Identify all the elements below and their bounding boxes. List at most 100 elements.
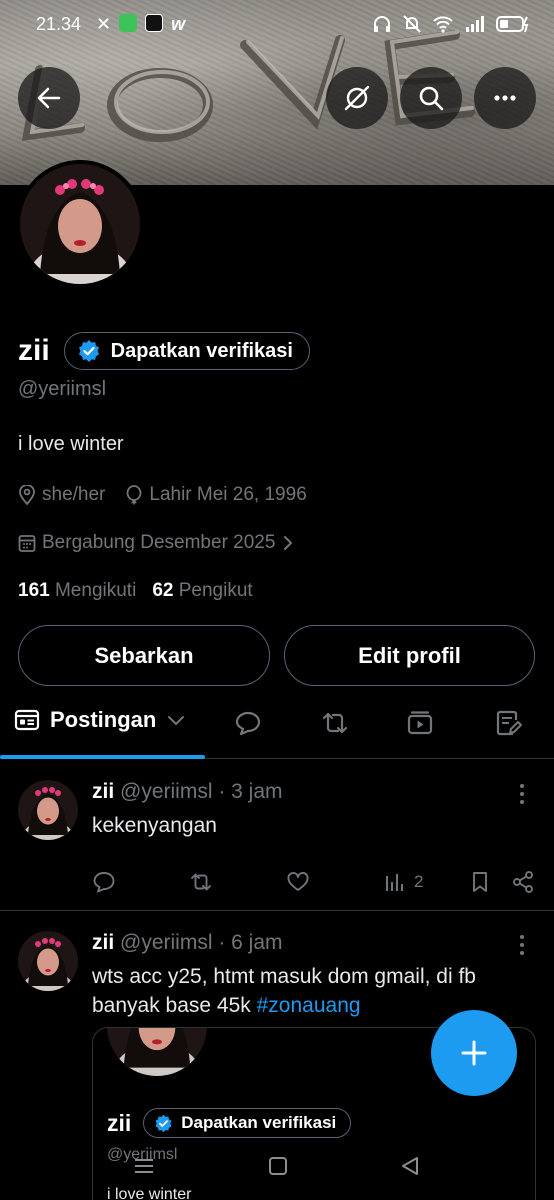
followers-link[interactable]: 62 Pengikut bbox=[152, 580, 252, 602]
post-author-name[interactable]: zii bbox=[92, 780, 114, 803]
views-button[interactable]: 2 bbox=[384, 870, 423, 894]
following-label: Mengikuti bbox=[54, 580, 137, 601]
more-vertical-icon[interactable] bbox=[512, 933, 532, 957]
tiktok-icon bbox=[145, 14, 164, 32]
home-icon[interactable] bbox=[266, 1154, 290, 1178]
back-button[interactable] bbox=[18, 67, 80, 129]
status-system-icons bbox=[372, 14, 532, 34]
profile-name-row: zii Dapatkan verifikasi bbox=[18, 332, 310, 370]
post-author-name[interactable]: zii bbox=[92, 931, 114, 954]
grok-button[interactable] bbox=[326, 67, 388, 129]
profile-handle: @yeriimsl bbox=[18, 378, 107, 400]
post-avatar[interactable] bbox=[18, 931, 78, 991]
edit-profile-button[interactable]: Edit profil bbox=[284, 625, 535, 686]
avatar-portrait bbox=[20, 164, 140, 284]
post-author-handle[interactable]: @yeriimsl bbox=[120, 931, 212, 954]
embedded-verify-pill: Dapatkan verifikasi bbox=[143, 1108, 352, 1138]
embedded-bio: i love winter bbox=[107, 1186, 192, 1200]
hashtag-link[interactable]: #zonauang bbox=[257, 994, 361, 1017]
recent-apps-icon[interactable] bbox=[132, 1154, 156, 1178]
profile-joined-row[interactable]: Bergabung Desember 2025 bbox=[18, 532, 295, 554]
verified-badge-icon bbox=[78, 340, 99, 362]
signal-icon bbox=[466, 16, 484, 32]
profile-meta-row: she/her Lahir Mei 26, 1996 bbox=[18, 484, 307, 506]
share-button[interactable] bbox=[511, 870, 535, 894]
share-profile-button[interactable]: Sebarkan bbox=[18, 625, 270, 686]
status-time: 21.34 bbox=[36, 14, 82, 34]
app-notification-icon: ✕ bbox=[96, 14, 112, 34]
mute-bell-icon bbox=[403, 15, 421, 33]
post-text: kekenyangan bbox=[92, 814, 217, 837]
chevron-down-icon bbox=[168, 716, 185, 725]
avatar-portrait bbox=[107, 1028, 207, 1076]
tab-posts[interactable]: Postingan bbox=[14, 707, 186, 733]
headphones-icon bbox=[374, 16, 390, 32]
followers-count: 62 bbox=[152, 580, 174, 601]
tab-posts-label: Postingan bbox=[50, 707, 157, 732]
location-pin-icon bbox=[19, 485, 35, 505]
post-author-handle[interactable]: @yeriimsl bbox=[120, 780, 212, 803]
heart-icon bbox=[287, 872, 309, 891]
more-vertical-icon[interactable] bbox=[512, 782, 532, 806]
profile-birthday: Lahir Mei 26, 1996 bbox=[149, 484, 307, 505]
profile-name: zii bbox=[18, 334, 50, 367]
followers-label: Pengikut bbox=[178, 580, 253, 601]
status-app-icons: ✕ w bbox=[96, 14, 185, 35]
webtoon-icon: w bbox=[171, 14, 186, 34]
get-verified-button[interactable]: Dapatkan verifikasi bbox=[63, 332, 310, 370]
status-bar: 21.34 ✕ w bbox=[0, 0, 554, 48]
profile-pronouns: she/her bbox=[42, 484, 106, 505]
embedded-avatar bbox=[107, 1028, 207, 1076]
post-header: zii @yeriimsl · 6 jam bbox=[92, 931, 283, 955]
plus-icon bbox=[461, 1040, 487, 1066]
tab-media-icon[interactable] bbox=[406, 709, 434, 737]
system-navigation-bar bbox=[0, 1146, 554, 1186]
back-nav-icon[interactable] bbox=[398, 1154, 422, 1178]
like-button[interactable] bbox=[286, 870, 310, 894]
tab-replies-icon[interactable] bbox=[234, 709, 262, 737]
posts-tab-icon bbox=[14, 709, 40, 731]
post-divider bbox=[0, 910, 554, 911]
bookmark-icon bbox=[473, 872, 487, 892]
views-count: 2 bbox=[414, 872, 424, 891]
calendar-icon bbox=[18, 535, 36, 552]
tab-reposts-icon[interactable] bbox=[319, 709, 351, 737]
post-time: · 6 jam bbox=[218, 931, 283, 954]
share-icon bbox=[513, 871, 533, 893]
profile-bio: i love winter bbox=[18, 433, 124, 455]
post-actions: 2 bbox=[92, 870, 542, 900]
bookmark-button[interactable] bbox=[469, 870, 491, 894]
following-count: 161 bbox=[18, 580, 50, 601]
post-avatar[interactable] bbox=[18, 780, 78, 840]
avatar-portrait bbox=[18, 780, 78, 840]
avatar-portrait bbox=[18, 931, 78, 991]
embedded-name: zii bbox=[107, 1109, 132, 1136]
search-button[interactable] bbox=[400, 67, 462, 129]
more-options-button[interactable] bbox=[474, 67, 536, 129]
repost-button[interactable] bbox=[188, 870, 214, 894]
reply-icon bbox=[93, 872, 115, 893]
arrow-left-icon bbox=[37, 87, 61, 109]
reply-button[interactable] bbox=[92, 870, 116, 894]
grok-icon bbox=[344, 85, 370, 111]
embedded-name-row: zii Dapatkan verifikasi bbox=[107, 1108, 352, 1138]
post-time: · 3 jam bbox=[218, 780, 283, 803]
following-link[interactable]: 161 Mengikuti bbox=[18, 580, 136, 602]
profile-tabs: Postingan bbox=[0, 695, 554, 759]
verified-badge-icon bbox=[155, 1114, 172, 1132]
more-horizontal-icon bbox=[494, 95, 516, 101]
post-1[interactable]: zii @yeriimsl · 3 jam kekenyangan 2 bbox=[0, 780, 554, 910]
profile-avatar[interactable] bbox=[16, 160, 144, 288]
views-chart-icon bbox=[386, 874, 403, 891]
tab-articles-icon[interactable] bbox=[494, 709, 522, 737]
follow-stats: 161 Mengikuti 62 Pengikut bbox=[18, 580, 253, 602]
repost-icon bbox=[191, 873, 211, 891]
embedded-verify-label: Dapatkan verifikasi bbox=[181, 1113, 337, 1132]
battery-icon bbox=[496, 16, 529, 33]
profile-joined: Bergabung Desember 2025 bbox=[42, 532, 276, 553]
balloon-icon bbox=[126, 485, 142, 505]
compose-post-button[interactable] bbox=[431, 1010, 517, 1096]
get-verified-label: Dapatkan verifikasi bbox=[110, 339, 293, 362]
active-tab-indicator bbox=[0, 755, 205, 759]
post-header: zii @yeriimsl · 3 jam bbox=[92, 780, 283, 804]
